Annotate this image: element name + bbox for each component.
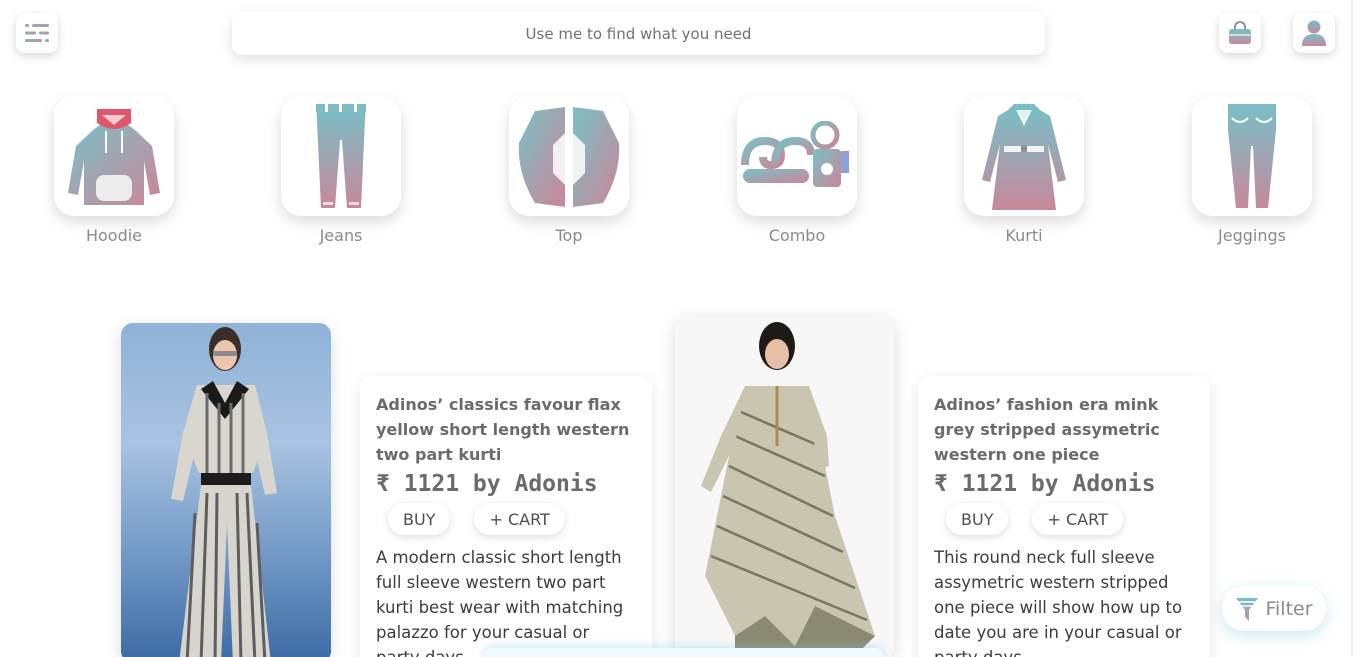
category-label: Top [555,226,583,245]
combo-icon [741,121,849,187]
buy-button[interactable]: BUY [388,503,451,535]
search-placeholder: Use me to find what you need [525,24,752,43]
model-two-part-kurti-image [171,327,277,657]
menu-icon [25,24,49,42]
jeggings-icon [1228,104,1276,208]
product-image[interactable] [121,323,331,657]
product-title[interactable]: Adinos’ classics favour flax yellow shor… [376,392,636,467]
category-hoodie[interactable]: Hoodie [54,96,174,245]
jeans-icon [316,104,366,208]
category-tile[interactable] [737,96,857,216]
product-actions: BUY + CART [388,503,636,535]
category-label: Hoodie [85,226,143,245]
category-jeans[interactable]: Jeans [281,96,401,245]
category-tile[interactable] [509,96,629,216]
model-assymetric-one-piece-image [701,322,875,656]
bottom-panel-edge [483,648,883,657]
filter-label: Filter [1265,597,1313,620]
hoodie-icon [68,109,160,205]
category-label: Jeggings [1218,226,1286,245]
menu-button[interactable] [16,13,58,53]
category-tile[interactable] [54,96,174,216]
top-icon [518,107,620,207]
product-image[interactable] [675,316,894,657]
cart-button[interactable] [1219,13,1261,53]
category-tile[interactable] [964,96,1084,216]
user-icon [1302,20,1326,46]
category-jeggings[interactable]: Jeggings [1192,96,1312,245]
category-combo[interactable]: Combo [737,96,857,245]
product-title[interactable]: Adinos’ fashion era mink grey stripped a… [934,392,1194,467]
category-top[interactable]: Top [509,96,629,245]
product-description: A modern classic short length full sleev… [376,548,624,657]
page: Use me to find what you need Hoodie Jean… [0,0,1353,657]
add-to-cart-button[interactable]: + CART [474,503,565,535]
kurti-icon [982,104,1066,210]
product-actions: BUY + CART [946,503,1194,535]
funnel-icon [1236,597,1259,621]
shopping-bag-icon [1229,21,1251,44]
product-description: This round neck full sleeve assymetric w… [934,548,1183,657]
category-label: Jeans [319,226,363,245]
category-label: Combo [768,226,826,245]
search-input[interactable]: Use me to find what you need [232,12,1045,55]
category-tile[interactable] [281,96,401,216]
profile-button[interactable] [1293,13,1335,53]
product-price: ₹ 1121 by Adonis [376,471,598,497]
product-card: Adinos’ classics favour flax yellow shor… [360,376,652,657]
category-label: Kurti [1005,226,1043,245]
category-tile[interactable] [1192,96,1312,216]
add-to-cart-button[interactable]: + CART [1032,503,1123,535]
product-card: Adinos’ fashion era mink grey stripped a… [918,376,1210,657]
category-kurti[interactable]: Kurti [964,96,1084,245]
buy-button[interactable]: BUY [946,503,1009,535]
product-price: ₹ 1121 by Adonis [934,471,1156,497]
filter-button[interactable]: Filter [1222,586,1326,631]
